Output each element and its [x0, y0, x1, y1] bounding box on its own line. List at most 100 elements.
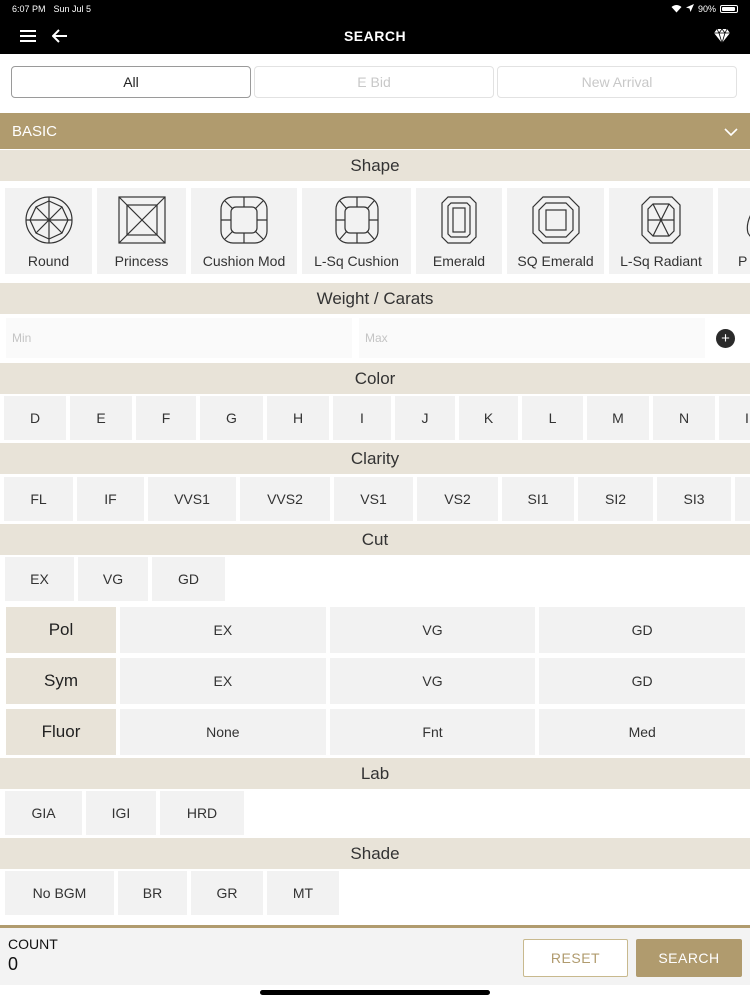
shade-chip[interactable]: BR [118, 871, 187, 915]
shape-princess[interactable]: Princess [97, 188, 186, 274]
clarity-chip[interactable]: IF [77, 477, 144, 521]
filter-tabs: All E Bid New Arrival [11, 66, 737, 98]
lab-chip[interactable]: HRD [160, 791, 244, 835]
lab-row: GIA IGI HRD [0, 791, 750, 835]
tab-all[interactable]: All [11, 66, 251, 98]
polish-option[interactable]: GD [539, 607, 746, 653]
clarity-chip[interactable] [735, 477, 750, 521]
clarity-chip[interactable]: SI2 [578, 477, 653, 521]
pear-shape-icon [746, 215, 750, 237]
color-chip[interactable]: K [459, 396, 518, 440]
chevron-down-icon [724, 123, 738, 140]
battery-percent: 90% [697, 4, 716, 14]
nav-bar: SEARCH [0, 18, 750, 54]
tab-e-bid[interactable]: E Bid [254, 66, 494, 98]
lab-chip[interactable]: GIA [5, 791, 82, 835]
home-indicator [260, 990, 490, 995]
clarity-chip[interactable]: FL [4, 477, 73, 521]
location-icon [685, 4, 694, 14]
basic-section-toggle[interactable]: BASIC [0, 113, 750, 149]
reset-button[interactable]: RESET [523, 939, 628, 977]
shape-l-sq-cushion[interactable]: L-Sq Cushion [302, 188, 411, 274]
shape-label: Emerald [432, 253, 486, 269]
color-chip[interactable]: I [333, 396, 391, 440]
symmetry-option[interactable]: EX [120, 658, 326, 704]
clarity-chip[interactable]: SI3 [657, 477, 731, 521]
color-chip[interactable]: I [719, 396, 750, 440]
polish-label: Pol [6, 607, 116, 653]
wifi-icon [671, 4, 682, 15]
cushion-mod-shape-icon [220, 196, 268, 244]
weight-min-input[interactable] [6, 318, 352, 358]
color-chip[interactable]: F [136, 396, 196, 440]
color-chip[interactable]: H [267, 396, 329, 440]
section-cut: Cut [0, 524, 750, 555]
section-weight: Weight / Carats [0, 283, 750, 314]
symmetry-option[interactable]: GD [539, 658, 746, 704]
symmetry-row: Sym EX VG GD [6, 658, 746, 704]
battery-icon [720, 5, 738, 13]
diamond-icon[interactable] [712, 26, 732, 46]
emerald-shape-icon [441, 196, 477, 244]
shape-label: L-Sq Cushion [314, 253, 399, 269]
shade-row: No BGM BR GR MT [0, 871, 750, 915]
fluorescence-option[interactable]: Fnt [329, 709, 536, 755]
basic-label: BASIC [12, 122, 58, 140]
shape-label: Round [27, 253, 70, 269]
fluorescence-row: Fluor None Fnt Med [6, 709, 746, 755]
polish-option[interactable]: EX [120, 607, 326, 653]
cut-chip[interactable]: VG [78, 557, 148, 601]
shade-chip[interactable]: No BGM [5, 871, 114, 915]
polish-option[interactable]: VG [329, 607, 536, 653]
section-shade: Shade [0, 838, 750, 869]
princess-shape-icon [117, 196, 166, 244]
section-color: Color [0, 363, 750, 394]
shape-sq-emerald[interactable]: SQ Emerald [507, 188, 604, 274]
color-chip[interactable]: G [200, 396, 263, 440]
cut-chip[interactable]: EX [5, 557, 74, 601]
fluorescence-option[interactable]: None [120, 709, 326, 755]
fluorescence-label: Fluor [6, 709, 116, 755]
color-row: D E F G H I J K L M N I [0, 396, 750, 440]
clarity-chip[interactable]: VS2 [417, 477, 498, 521]
section-clarity: Clarity [0, 443, 750, 474]
lab-chip[interactable]: IGI [86, 791, 156, 835]
color-chip[interactable]: E [70, 396, 132, 440]
round-shape-icon [24, 196, 73, 244]
color-chip[interactable]: N [653, 396, 715, 440]
clarity-chip[interactable]: VVS2 [240, 477, 330, 521]
shape-label: SQ Emerald [517, 253, 594, 269]
search-button[interactable]: SEARCH [636, 939, 742, 977]
status-date: Sun Jul 5 [53, 4, 92, 14]
shape-l-sq-radiant[interactable]: L-Sq Radiant [609, 188, 713, 274]
shade-chip[interactable]: GR [191, 871, 263, 915]
polish-row: Pol EX VG GD [6, 607, 746, 653]
shape-label: Princess [114, 253, 169, 269]
shape-cushion-mod[interactable]: Cushion Mod [191, 188, 297, 274]
color-chip[interactable]: L [522, 396, 583, 440]
cut-chip[interactable]: GD [152, 557, 225, 601]
tab-new-arrival[interactable]: New Arrival [497, 66, 737, 98]
section-shape: Shape [0, 150, 750, 181]
fluorescence-option[interactable]: Med [539, 709, 746, 755]
clarity-chip[interactable]: VVS1 [148, 477, 236, 521]
clarity-chip[interactable]: VS1 [334, 477, 413, 521]
shape-more[interactable]: P [718, 188, 750, 274]
color-chip[interactable]: J [395, 396, 455, 440]
page-title: SEARCH [343, 28, 407, 44]
shape-emerald[interactable]: Emerald [416, 188, 502, 274]
color-chip[interactable]: D [4, 396, 66, 440]
clarity-chip[interactable]: SI1 [502, 477, 574, 521]
shape-label: L-Sq Radiant [620, 253, 702, 269]
footer-bar: COUNT 0 RESET SEARCH [0, 925, 750, 985]
status-bar: 6:07 PM Sun Jul 5 90% [0, 0, 750, 18]
add-weight-icon[interactable]: + [716, 329, 735, 348]
shade-chip[interactable]: MT [267, 871, 339, 915]
color-chip[interactable]: M [587, 396, 649, 440]
shape-round[interactable]: Round [5, 188, 92, 274]
status-time: 6:07 PM [12, 4, 46, 14]
weight-max-input[interactable] [359, 318, 705, 358]
symmetry-option[interactable]: VG [329, 658, 536, 704]
count-value: 0 [8, 954, 19, 974]
shape-label: Cushion Mod [202, 253, 286, 269]
